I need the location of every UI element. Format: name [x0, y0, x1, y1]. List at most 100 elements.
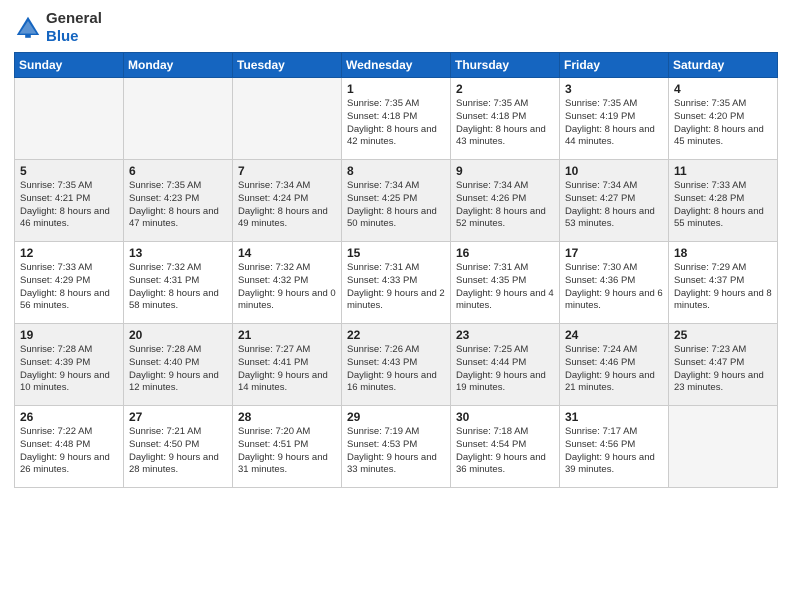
calendar-cell: 24 Sunrise: 7:24 AM Sunset: 4:46 PM Dayli… — [560, 324, 669, 406]
day-number: 31 — [565, 410, 663, 424]
day-info: Sunrise: 7:34 AM Sunset: 4:25 PM Dayligh… — [347, 180, 445, 231]
header: General Blue — [14, 10, 778, 46]
day-number: 2 — [456, 82, 554, 96]
calendar-cell: 23Sunrise: 7:25 AM Sunset: 4:44 PM Dayli… — [451, 324, 560, 406]
day-info: Sunrise: 7:35 AM Sunset: 4:23 PM Dayligh… — [129, 180, 227, 231]
calendar-cell: 13 Sunrise: 7:32 AM Sunset: 4:31 PM Dayli… — [124, 242, 233, 324]
weekday-header-row: SundayMondayTuesdayWednesdayThursdayFrid… — [15, 53, 778, 78]
calendar-week-row: 26Sunrise: 7:22 AM Sunset: 4:48 PM Dayli… — [15, 406, 778, 488]
calendar-cell: 25Sunrise: 7:23 AM Sunset: 4:47 PM Dayli… — [669, 324, 778, 406]
day-info: Sunrise: 7:31 AM Sunset: 4:35 PM Dayligh… — [456, 262, 554, 313]
day-number: 30 — [456, 410, 554, 424]
day-info: Sunrise: 7:35 AM Sunset: 4:19 PM Dayligh… — [565, 98, 663, 149]
calendar-cell: 11 Sunrise: 7:33 AM Sunset: 4:28 PM Dayli… — [669, 160, 778, 242]
day-info: Sunrise: 7:17 AM Sunset: 4:56 PM Dayligh… — [565, 426, 663, 477]
day-number: 18 — [674, 246, 772, 260]
day-info: Sunrise: 7:34 AM Sunset: 4:26 PM Dayligh… — [456, 180, 554, 231]
weekday-header: Tuesday — [233, 53, 342, 78]
calendar-week-row: 1 Sunrise: 7:35 AM Sunset: 4:18 PM Daylig… — [15, 78, 778, 160]
day-info: Sunrise: 7:24 AM Sunset: 4:46 PM Dayligh… — [565, 344, 663, 395]
day-info: Sunrise: 7:30 AM Sunset: 4:36 PM Dayligh… — [565, 262, 663, 313]
day-number: 15 — [347, 246, 445, 260]
day-number: 1 — [347, 82, 445, 96]
calendar-cell: 30 Sunrise: 7:18 AM Sunset: 4:54 PM Dayli… — [451, 406, 560, 488]
calendar-cell: 4 Sunrise: 7:35 AM Sunset: 4:20 PM Daylig… — [669, 78, 778, 160]
weekday-header: Friday — [560, 53, 669, 78]
calendar-week-row: 5 Sunrise: 7:35 AM Sunset: 4:21 PM Daylig… — [15, 160, 778, 242]
day-info: Sunrise: 7:18 AM Sunset: 4:54 PM Dayligh… — [456, 426, 554, 477]
day-number: 28 — [238, 410, 336, 424]
day-info: Sunrise: 7:28 AM Sunset: 4:40 PM Dayligh… — [129, 344, 227, 395]
weekday-header: Monday — [124, 53, 233, 78]
day-info: Sunrise: 7:35 AM Sunset: 4:21 PM Dayligh… — [20, 180, 118, 231]
calendar-cell: 26Sunrise: 7:22 AM Sunset: 4:48 PM Dayli… — [15, 406, 124, 488]
calendar-cell: 8 Sunrise: 7:34 AM Sunset: 4:25 PM Daylig… — [342, 160, 451, 242]
day-info: Sunrise: 7:25 AM Sunset: 4:44 PM Dayligh… — [456, 344, 554, 395]
calendar-cell: 22Sunrise: 7:26 AM Sunset: 4:43 PM Dayli… — [342, 324, 451, 406]
day-info: Sunrise: 7:35 AM Sunset: 4:18 PM Dayligh… — [347, 98, 445, 149]
day-info: Sunrise: 7:32 AM Sunset: 4:31 PM Dayligh… — [129, 262, 227, 313]
day-number: 17 — [565, 246, 663, 260]
day-number: 4 — [674, 82, 772, 96]
day-number: 10 — [565, 164, 663, 178]
calendar-cell: 28Sunrise: 7:20 AM Sunset: 4:51 PM Dayli… — [233, 406, 342, 488]
calendar-cell: 7Sunrise: 7:34 AM Sunset: 4:24 PM Daylig… — [233, 160, 342, 242]
logo-icon — [14, 14, 42, 42]
calendar: SundayMondayTuesdayWednesdayThursdayFrid… — [14, 52, 778, 488]
calendar-cell — [15, 78, 124, 160]
calendar-cell — [124, 78, 233, 160]
day-number: 24 — [565, 328, 663, 342]
weekday-header: Thursday — [451, 53, 560, 78]
calendar-cell: 6 Sunrise: 7:35 AM Sunset: 4:23 PM Daylig… — [124, 160, 233, 242]
calendar-cell: 20 Sunrise: 7:28 AM Sunset: 4:40 PM Dayli… — [124, 324, 233, 406]
day-number: 8 — [347, 164, 445, 178]
calendar-cell: 21 Sunrise: 7:27 AM Sunset: 4:41 PM Dayli… — [233, 324, 342, 406]
day-number: 21 — [238, 328, 336, 342]
calendar-cell: 16 Sunrise: 7:31 AM Sunset: 4:35 PM Dayli… — [451, 242, 560, 324]
calendar-cell: 10Sunrise: 7:34 AM Sunset: 4:27 PM Dayli… — [560, 160, 669, 242]
day-number: 7 — [238, 164, 336, 178]
calendar-cell: 14Sunrise: 7:32 AM Sunset: 4:32 PM Dayli… — [233, 242, 342, 324]
day-info: Sunrise: 7:27 AM Sunset: 4:41 PM Dayligh… — [238, 344, 336, 395]
logo-text: General Blue — [46, 10, 102, 46]
day-info: Sunrise: 7:33 AM Sunset: 4:29 PM Dayligh… — [20, 262, 118, 313]
day-info: Sunrise: 7:33 AM Sunset: 4:28 PM Dayligh… — [674, 180, 772, 231]
day-number: 5 — [20, 164, 118, 178]
day-info: Sunrise: 7:31 AM Sunset: 4:33 PM Dayligh… — [347, 262, 445, 313]
calendar-week-row: 12 Sunrise: 7:33 AM Sunset: 4:29 PM Dayli… — [15, 242, 778, 324]
day-info: Sunrise: 7:35 AM Sunset: 4:18 PM Dayligh… — [456, 98, 554, 149]
day-number: 13 — [129, 246, 227, 260]
calendar-cell — [233, 78, 342, 160]
day-info: Sunrise: 7:26 AM Sunset: 4:43 PM Dayligh… — [347, 344, 445, 395]
day-info: Sunrise: 7:19 AM Sunset: 4:53 PM Dayligh… — [347, 426, 445, 477]
day-number: 11 — [674, 164, 772, 178]
day-number: 12 — [20, 246, 118, 260]
day-number: 19 — [20, 328, 118, 342]
page: General Blue SundayMondayTuesdayWednesda… — [0, 0, 792, 612]
day-info: Sunrise: 7:21 AM Sunset: 4:50 PM Dayligh… — [129, 426, 227, 477]
calendar-cell: 5 Sunrise: 7:35 AM Sunset: 4:21 PM Daylig… — [15, 160, 124, 242]
day-number: 3 — [565, 82, 663, 96]
calendar-cell: 2 Sunrise: 7:35 AM Sunset: 4:18 PM Daylig… — [451, 78, 560, 160]
day-info: Sunrise: 7:29 AM Sunset: 4:37 PM Dayligh… — [674, 262, 772, 313]
day-number: 20 — [129, 328, 227, 342]
day-info: Sunrise: 7:23 AM Sunset: 4:47 PM Dayligh… — [674, 344, 772, 395]
day-number: 16 — [456, 246, 554, 260]
logo-general: General — [46, 10, 102, 27]
day-number: 6 — [129, 164, 227, 178]
calendar-cell: 15 Sunrise: 7:31 AM Sunset: 4:33 PM Dayli… — [342, 242, 451, 324]
calendar-cell: 12 Sunrise: 7:33 AM Sunset: 4:29 PM Dayli… — [15, 242, 124, 324]
day-info: Sunrise: 7:22 AM Sunset: 4:48 PM Dayligh… — [20, 426, 118, 477]
calendar-cell — [669, 406, 778, 488]
day-number: 9 — [456, 164, 554, 178]
calendar-cell: 31 Sunrise: 7:17 AM Sunset: 4:56 PM Dayli… — [560, 406, 669, 488]
day-info: Sunrise: 7:35 AM Sunset: 4:20 PM Dayligh… — [674, 98, 772, 149]
logo-blue: Blue — [46, 28, 79, 45]
calendar-cell: 18 Sunrise: 7:29 AM Sunset: 4:37 PM Dayli… — [669, 242, 778, 324]
day-number: 29 — [347, 410, 445, 424]
calendar-cell: 1 Sunrise: 7:35 AM Sunset: 4:18 PM Daylig… — [342, 78, 451, 160]
calendar-cell: 19Sunrise: 7:28 AM Sunset: 4:39 PM Dayli… — [15, 324, 124, 406]
calendar-cell: 3 Sunrise: 7:35 AM Sunset: 4:19 PM Daylig… — [560, 78, 669, 160]
calendar-cell: 9 Sunrise: 7:34 AM Sunset: 4:26 PM Daylig… — [451, 160, 560, 242]
day-info: Sunrise: 7:32 AM Sunset: 4:32 PM Dayligh… — [238, 262, 336, 313]
